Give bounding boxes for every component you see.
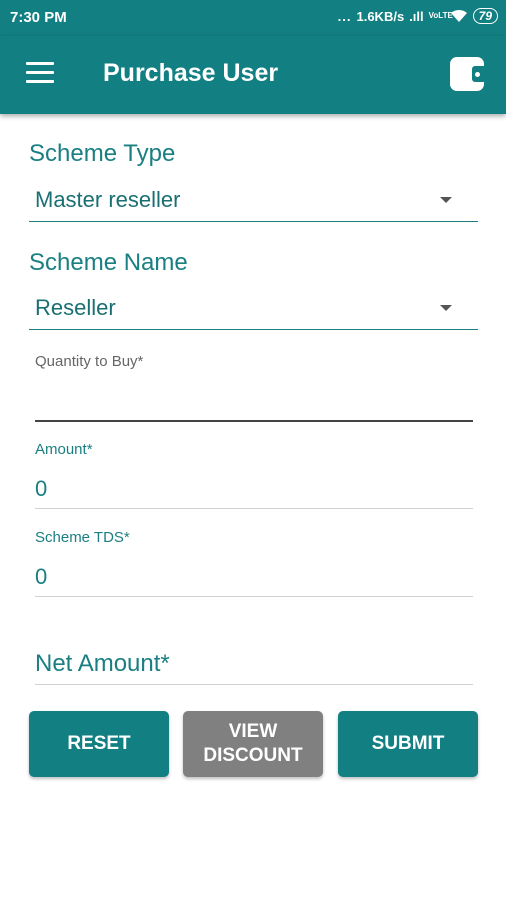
scheme-tds-field[interactable] [35, 558, 473, 597]
scheme-type-select[interactable]: Master reseller [29, 181, 478, 222]
dropdown-arrow-icon [440, 305, 452, 311]
quantity-input[interactable] [35, 380, 473, 422]
scheme-name-label: Scheme Name [29, 249, 188, 276]
network-speed: 1.6KB/s [356, 8, 405, 24]
app-bar: Purchase User [0, 36, 506, 114]
signal-icon: .ıll [409, 8, 424, 24]
hamburger-menu-icon[interactable] [26, 62, 54, 84]
view-discount-button[interactable]: VIEW DISCOUNT [183, 711, 323, 777]
net-amount-field[interactable] [35, 648, 473, 685]
amount-field[interactable] [35, 470, 473, 509]
scheme-type-value: Master reseller [35, 187, 181, 212]
view-discount-label-line1: VIEW [228, 721, 278, 742]
scheme-name-value: Reseller [35, 295, 116, 320]
page-title: Purchase User [103, 59, 279, 87]
status-bar: 7:30 PM ... 1.6KB/s .ıll VoLTE 79 [0, 0, 506, 36]
view-discount-label-line2: DISCOUNT [203, 745, 303, 766]
wifi-icon [450, 9, 467, 22]
notification-dots: ... [337, 8, 352, 24]
scheme-type-label: Scheme Type [29, 140, 176, 167]
amount-label: Amount* [35, 441, 93, 458]
dropdown-arrow-icon [440, 197, 452, 203]
scheme-name-select[interactable]: Reseller [29, 289, 478, 330]
battery-icon: 79 [472, 8, 498, 24]
status-time: 7:30 PM [10, 9, 67, 26]
submit-button[interactable]: SUBMIT [338, 711, 478, 777]
reset-button[interactable]: RESET [29, 711, 169, 777]
volte-icon: VoLTE [428, 11, 453, 20]
status-icons: ... 1.6KB/s .ıll VoLTE 79 [338, 8, 498, 24]
scheme-tds-label: Scheme TDS* [35, 529, 130, 546]
wallet-icon[interactable] [450, 57, 486, 91]
quantity-label: Quantity to Buy* [35, 353, 144, 370]
